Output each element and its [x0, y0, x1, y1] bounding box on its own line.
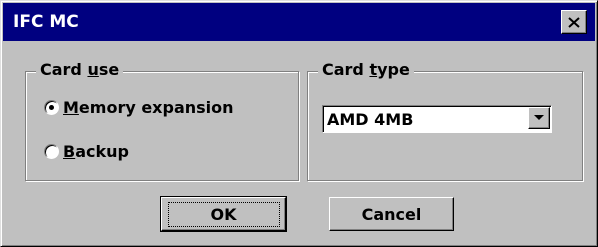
card-use-group: Card use Memory expansion Backup	[25, 60, 299, 181]
chevron-down-icon	[534, 115, 544, 120]
radio-label: Backup	[63, 142, 129, 161]
radio-backup[interactable]: Backup	[44, 142, 129, 161]
card-type-select[interactable]: AMD 4MB	[322, 105, 552, 133]
dropdown-button[interactable]	[528, 107, 550, 129]
card-type-label: Card type	[318, 60, 414, 79]
close-icon	[568, 16, 580, 28]
title-bar[interactable]: IFC MC	[3, 3, 595, 41]
radio-memory-expansion[interactable]: Memory expansion	[44, 98, 234, 117]
card-type-value: AMD 4MB	[327, 110, 414, 129]
cancel-label: Cancel	[361, 204, 422, 224]
cancel-button[interactable]: Cancel	[329, 197, 454, 231]
radio-selected-dot	[49, 105, 54, 110]
radio-button[interactable]	[44, 100, 59, 115]
ok-label: OK	[167, 201, 280, 227]
ok-button[interactable]: OK	[160, 196, 287, 232]
close-button[interactable]	[561, 10, 587, 34]
radio-button[interactable]	[44, 144, 59, 159]
radio-label: Memory expansion	[63, 98, 234, 117]
card-type-group: Card type AMD 4MB	[307, 60, 583, 181]
dialog-window: IFC MC Card use Memory expansion Backup …	[0, 0, 598, 247]
card-use-label: Card use	[36, 60, 124, 79]
window-title: IFC MC	[13, 12, 79, 32]
